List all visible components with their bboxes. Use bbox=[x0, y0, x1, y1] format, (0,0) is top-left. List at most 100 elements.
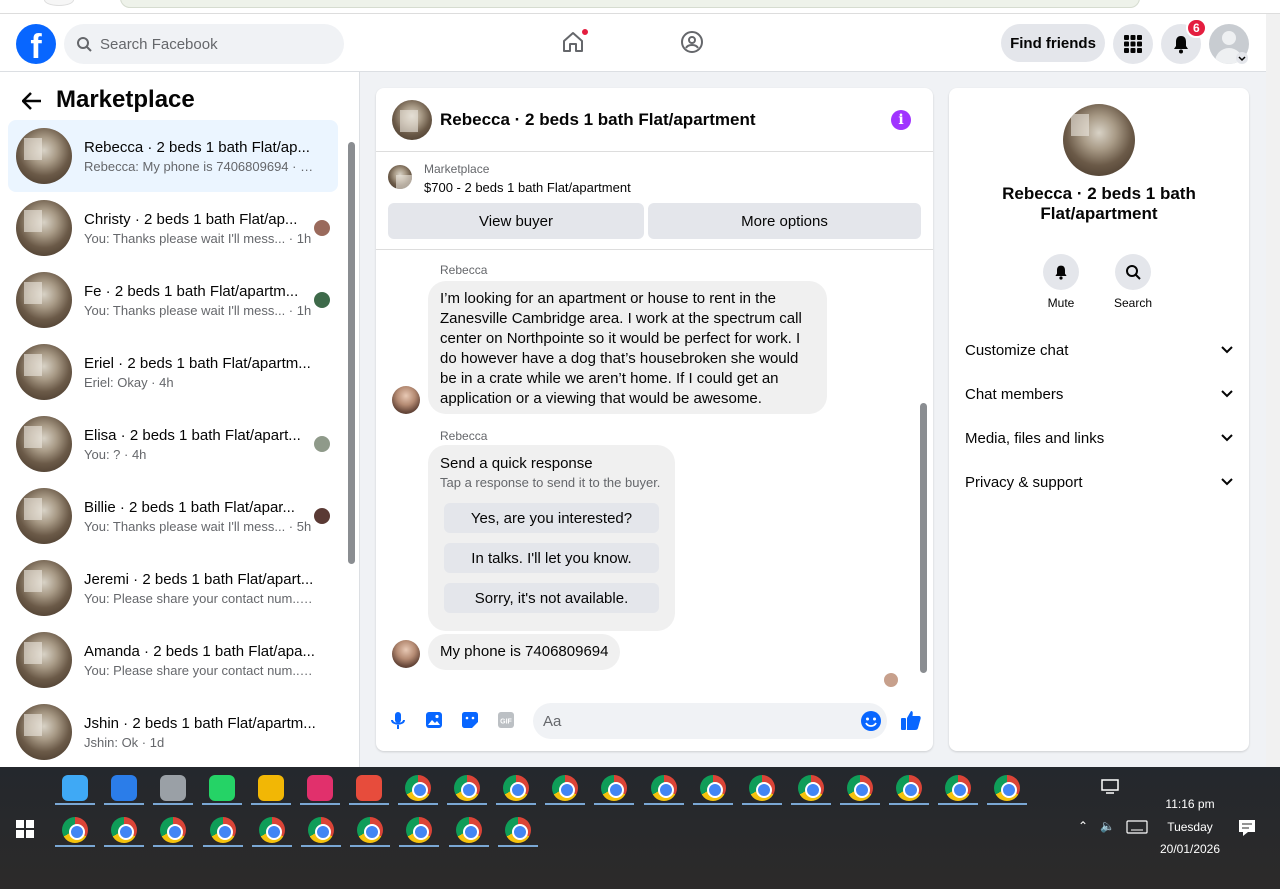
message-input[interactable]: Aa bbox=[533, 703, 887, 739]
windows-taskbar: ⌃ 🔈 11:16 pm Tuesday 20/01/2026 bbox=[0, 767, 1280, 889]
quick-response-subtitle: Tap a response to send it to the buyer. bbox=[440, 475, 661, 490]
dropbox-like-app-icon[interactable] bbox=[62, 775, 88, 801]
quick-response-option[interactable]: In talks. I'll let you know. bbox=[444, 543, 659, 573]
chat-listing-thumbnail[interactable] bbox=[392, 99, 432, 140]
conversation-item[interactable]: Jshin · 2 beds 1 bath Flat/apartm... Jshi… bbox=[8, 696, 338, 768]
home-icon[interactable] bbox=[561, 28, 589, 58]
calculator-app-icon[interactable] bbox=[160, 775, 186, 801]
view-buyer-button[interactable]: View buyer bbox=[388, 203, 644, 239]
quick-response-option[interactable]: Sorry, it's not available. bbox=[444, 583, 659, 613]
bell-icon bbox=[1055, 265, 1067, 280]
network-display-icon[interactable] bbox=[1101, 779, 1119, 798]
clock-day[interactable]: Tuesday bbox=[1150, 820, 1230, 834]
taskbar-active-indicator bbox=[987, 803, 1028, 805]
quick-response-option[interactable]: Yes, are you interested? bbox=[444, 503, 659, 533]
conversation-item[interactable]: Jeremi · 2 beds 1 bath Flat/apart... You:… bbox=[8, 552, 338, 624]
search-action[interactable]: Search bbox=[1103, 254, 1163, 310]
menu-grid-icon[interactable] bbox=[1113, 24, 1153, 64]
conversation-item[interactable]: Billie · 2 beds 1 bath Flat/apar... You: … bbox=[8, 480, 338, 552]
chrome-app-icon[interactable] bbox=[504, 817, 531, 843]
chrome-app-icon[interactable] bbox=[994, 775, 1021, 801]
groups-icon[interactable] bbox=[680, 30, 704, 58]
chevron-down-icon bbox=[1221, 434, 1233, 442]
browser-app-icon[interactable] bbox=[111, 775, 137, 801]
chrome-app-icon[interactable] bbox=[258, 817, 285, 843]
chrome-app-icon[interactable] bbox=[160, 817, 187, 843]
chat-title[interactable]: Rebecca · 2 beds 1 bath Flat/apartment bbox=[440, 110, 756, 130]
file-explorer-app-icon[interactable] bbox=[258, 775, 284, 801]
chat-header: Rebecca · 2 beds 1 bath Flat/apartment i bbox=[376, 88, 933, 152]
page-scrollbar[interactable] bbox=[1266, 14, 1280, 767]
chrome-app-icon[interactable] bbox=[405, 775, 431, 801]
listing-thumbnail bbox=[16, 632, 72, 688]
chevron-down-icon bbox=[1221, 346, 1233, 354]
chrome-app-icon[interactable] bbox=[945, 775, 972, 801]
chrome-app-icon[interactable] bbox=[552, 775, 579, 801]
chrome-app-icon[interactable] bbox=[503, 775, 530, 801]
privacy-support-section[interactable]: Privacy & support bbox=[965, 470, 1233, 494]
address-bar[interactable] bbox=[120, 0, 1140, 8]
like-thumb-icon[interactable] bbox=[900, 709, 922, 731]
taskbar-active-indicator bbox=[251, 845, 292, 847]
account-chevron-icon[interactable] bbox=[1236, 52, 1248, 64]
chevron-up-icon[interactable]: ⌃ bbox=[1078, 819, 1088, 833]
conversation-name: Elisa · 2 beds 1 bath Flat/apart... bbox=[84, 426, 301, 444]
conversation-item[interactable]: Amanda · 2 beds 1 bath Flat/apa... You: P… bbox=[8, 624, 338, 696]
seen-avatar bbox=[314, 436, 330, 452]
emoji-icon[interactable] bbox=[860, 710, 882, 732]
chrome-app-icon[interactable] bbox=[308, 817, 334, 843]
chrome-app-icon[interactable] bbox=[357, 817, 384, 843]
chrome-app-icon[interactable] bbox=[846, 775, 873, 801]
conversation-preview: Eriel: Okay · 4h bbox=[84, 374, 174, 390]
chrome-app-icon[interactable] bbox=[111, 817, 138, 843]
conversation-item[interactable]: Eriel · 2 beds 1 bath Flat/apartm... Erie… bbox=[8, 336, 338, 408]
conversation-item[interactable]: Christy · 2 beds 1 bath Flat/ap... You: T… bbox=[8, 192, 338, 264]
message-composer: GIF Aa bbox=[376, 699, 933, 745]
mute-action[interactable]: Mute bbox=[1031, 254, 1091, 310]
chrome-app-icon[interactable] bbox=[748, 775, 775, 801]
sticker-icon[interactable] bbox=[461, 711, 479, 729]
volume-icon[interactable]: 🔈 bbox=[1100, 819, 1115, 833]
chrome-app-icon[interactable] bbox=[601, 775, 628, 801]
customize-chat-section[interactable]: Customize chat bbox=[965, 338, 1233, 362]
facebook-logo-icon[interactable]: f bbox=[16, 24, 56, 64]
find-friends-button[interactable]: Find friends bbox=[1001, 24, 1105, 62]
back-arrow-icon[interactable] bbox=[22, 92, 42, 110]
chat-scrollbar[interactable] bbox=[916, 251, 930, 691]
conversation-item[interactable]: Fe · 2 beds 1 bath Flat/apartm... You: Th… bbox=[8, 264, 338, 336]
chrome-app-icon[interactable] bbox=[209, 817, 236, 843]
gif-icon[interactable]: GIF bbox=[497, 711, 515, 729]
chrome-app-icon[interactable] bbox=[406, 817, 433, 843]
browser-button[interactable] bbox=[44, 0, 74, 6]
sidebar-scrollbar[interactable] bbox=[346, 126, 358, 766]
search-input[interactable]: Search Facebook bbox=[64, 24, 344, 64]
chrome-app-icon[interactable] bbox=[896, 775, 922, 801]
windows-start-icon[interactable] bbox=[16, 820, 34, 838]
microphone-icon[interactable] bbox=[390, 711, 406, 731]
tool-app-icon[interactable] bbox=[356, 775, 382, 801]
more-options-button[interactable]: More options bbox=[648, 203, 921, 239]
chrome-app-icon[interactable] bbox=[62, 817, 88, 843]
instagram-app-icon[interactable] bbox=[307, 775, 333, 801]
conversation-item[interactable]: Rebecca · 2 beds 1 bath Flat/ap... Rebecc… bbox=[8, 120, 338, 192]
whatsapp-app-icon[interactable] bbox=[209, 775, 235, 801]
photo-icon[interactable] bbox=[425, 711, 443, 729]
chat-members-section[interactable]: Chat members bbox=[965, 382, 1233, 406]
notification-count-badge: 6 bbox=[1186, 18, 1207, 38]
chrome-app-icon[interactable] bbox=[699, 775, 726, 801]
taskbar-active-indicator bbox=[692, 803, 733, 805]
chrome-app-icon[interactable] bbox=[797, 775, 824, 801]
chrome-app-icon[interactable] bbox=[650, 775, 677, 801]
taskbar-active-indicator bbox=[889, 803, 929, 805]
listing-description[interactable]: $700 - 2 beds 1 bath Flat/apartment bbox=[424, 180, 631, 195]
notification-center-icon[interactable] bbox=[1238, 819, 1256, 837]
chrome-app-icon[interactable] bbox=[454, 775, 481, 801]
browser-top-strip bbox=[0, 0, 1280, 14]
info-icon[interactable]: i bbox=[891, 110, 911, 130]
chrome-app-icon[interactable] bbox=[455, 817, 482, 843]
keyboard-icon[interactable] bbox=[1126, 820, 1148, 837]
media-files-links-section[interactable]: Media, files and links bbox=[965, 426, 1233, 450]
clock-date[interactable]: 20/01/2026 bbox=[1150, 842, 1230, 856]
conversation-item[interactable]: Elisa · 2 beds 1 bath Flat/apart... You: … bbox=[8, 408, 338, 480]
clock-time[interactable]: 11:16 pm bbox=[1150, 797, 1230, 811]
